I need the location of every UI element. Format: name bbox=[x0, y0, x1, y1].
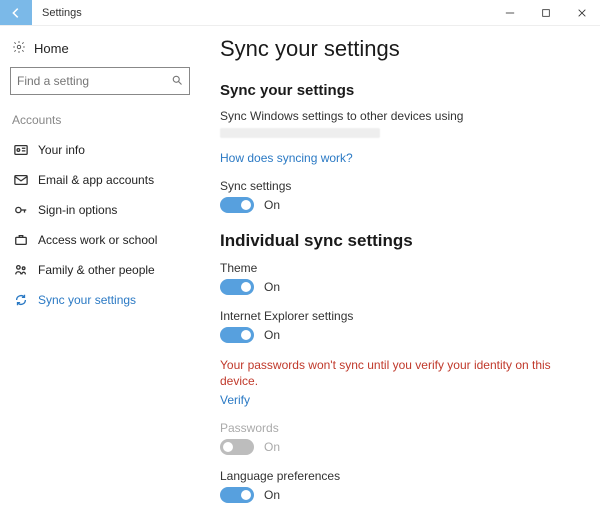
passwords-label: Passwords bbox=[220, 421, 582, 435]
sidebar-item-your-info[interactable]: Your info bbox=[10, 135, 190, 165]
window-controls bbox=[492, 0, 600, 25]
theme-state: On bbox=[264, 280, 280, 294]
passwords-toggle bbox=[220, 439, 254, 455]
sidebar: Home Accounts Your info Email & app acco… bbox=[0, 26, 200, 516]
close-button[interactable] bbox=[564, 0, 600, 25]
sidebar-item-label: Family & other people bbox=[38, 263, 155, 277]
section-individual-title: Individual sync settings bbox=[220, 231, 582, 251]
briefcase-icon bbox=[14, 233, 28, 247]
sidebar-item-sync[interactable]: Sync your settings bbox=[10, 285, 190, 315]
sidebar-item-label: Sign-in options bbox=[38, 203, 117, 217]
redacted-account bbox=[220, 128, 380, 138]
sidebar-item-label: Sync your settings bbox=[38, 293, 136, 307]
maximize-button[interactable] bbox=[528, 0, 564, 25]
lang-state: On bbox=[264, 488, 280, 502]
key-icon bbox=[14, 203, 28, 217]
sidebar-item-label: Your info bbox=[38, 143, 85, 157]
search-input[interactable] bbox=[17, 74, 167, 88]
content-pane: Sync your settings Sync your settings Sy… bbox=[200, 26, 600, 516]
ie-toggle[interactable] bbox=[220, 327, 254, 343]
sidebar-item-work-school[interactable]: Access work or school bbox=[10, 225, 190, 255]
home-button[interactable]: Home bbox=[10, 36, 190, 67]
lang-label: Language preferences bbox=[220, 469, 582, 483]
gear-icon bbox=[12, 40, 26, 57]
sidebar-item-label: Email & app accounts bbox=[38, 173, 154, 187]
person-card-icon bbox=[14, 143, 28, 157]
lang-toggle[interactable] bbox=[220, 487, 254, 503]
people-icon bbox=[14, 263, 28, 277]
section-sync-title: Sync your settings bbox=[220, 82, 582, 99]
sync-settings-toggle[interactable] bbox=[220, 197, 254, 213]
sidebar-group-label: Accounts bbox=[10, 113, 190, 127]
sidebar-item-label: Access work or school bbox=[38, 233, 157, 247]
page-title: Sync your settings bbox=[220, 36, 582, 62]
sync-settings-label: Sync settings bbox=[220, 179, 582, 193]
mail-icon bbox=[14, 173, 28, 187]
minimize-button[interactable] bbox=[492, 0, 528, 25]
verify-link[interactable]: Verify bbox=[220, 393, 250, 407]
sync-settings-state: On bbox=[264, 198, 280, 212]
ie-state: On bbox=[264, 328, 280, 342]
home-label: Home bbox=[34, 41, 69, 56]
sidebar-item-signin[interactable]: Sign-in options bbox=[10, 195, 190, 225]
passwords-state: On bbox=[264, 440, 280, 454]
sidebar-item-email[interactable]: Email & app accounts bbox=[10, 165, 190, 195]
back-button[interactable] bbox=[0, 0, 32, 25]
sync-description: Sync Windows settings to other devices u… bbox=[220, 109, 582, 123]
search-icon bbox=[171, 74, 183, 89]
sync-icon bbox=[14, 293, 28, 307]
sidebar-item-family[interactable]: Family & other people bbox=[10, 255, 190, 285]
theme-toggle[interactable] bbox=[220, 279, 254, 295]
window-title: Settings bbox=[32, 0, 492, 25]
theme-label: Theme bbox=[220, 261, 582, 275]
password-warning: Your passwords won't sync until you veri… bbox=[220, 357, 582, 389]
search-input-container[interactable] bbox=[10, 67, 190, 95]
titlebar: Settings bbox=[0, 0, 600, 26]
ie-label: Internet Explorer settings bbox=[220, 309, 582, 323]
help-link[interactable]: How does syncing work? bbox=[220, 151, 353, 165]
